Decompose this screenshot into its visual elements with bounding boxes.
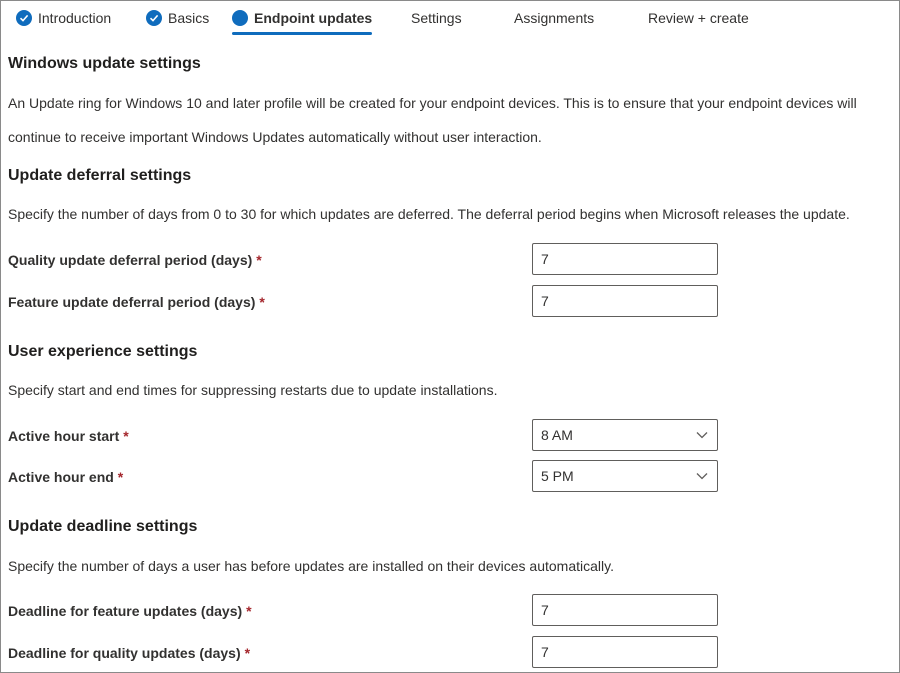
tab-introduction[interactable]: Introduction <box>16 1 111 35</box>
windows-update-description: An Update ring for Windows 10 and later … <box>8 95 857 145</box>
tab-review-create-label: Review + create <box>648 10 749 26</box>
deadline-heading: Update deadline settings <box>8 518 198 535</box>
feature-deadline-input[interactable] <box>532 594 718 626</box>
required-marker: * <box>259 294 265 310</box>
required-marker: * <box>244 645 251 661</box>
chevron-down-icon <box>696 473 708 480</box>
quality-deferral-input[interactable] <box>532 243 718 275</box>
required-marker: * <box>123 428 129 444</box>
active-hour-end-label: Active hour end * <box>8 469 124 485</box>
quality-deferral-label: Quality update deferral period (days) * <box>8 252 262 268</box>
active-hour-start-value: 8 AM <box>541 427 573 443</box>
chevron-down-icon <box>696 432 708 439</box>
tab-basics-label: Basics <box>168 10 210 26</box>
tab-basics[interactable]: Basics <box>146 1 209 35</box>
required-marker: * <box>256 252 262 268</box>
tab-introduction-label: Introduction <box>38 10 112 26</box>
feature-deferral-label: Feature update deferral period (days) * <box>8 294 265 310</box>
active-hour-end-dropdown[interactable]: 5 PM <box>532 460 718 492</box>
checkmark-circle-icon <box>146 10 162 26</box>
active-hour-start-dropdown[interactable]: 8 AM <box>532 419 718 451</box>
deadline-description: Specify the number of days a user has be… <box>8 558 614 574</box>
tab-assignments-label: Assignments <box>514 10 595 26</box>
quality-deadline-input[interactable] <box>532 636 718 668</box>
required-marker: * <box>246 603 252 619</box>
feature-deadline-label: Deadline for feature updates (days) * <box>8 603 252 619</box>
filled-circle-icon <box>232 10 248 26</box>
tab-settings[interactable]: Settings <box>411 1 462 35</box>
required-marker: * <box>117 469 124 485</box>
tab-assignments[interactable]: Assignments <box>514 1 594 35</box>
tab-settings-label: Settings <box>411 10 462 26</box>
checkmark-circle-icon <box>16 10 32 26</box>
windows-update-heading: Windows update settings <box>8 55 201 72</box>
tab-review-create[interactable]: Review + create <box>648 1 749 35</box>
deferral-description: Specify the number of days from 0 to 30 … <box>8 206 850 222</box>
user-experience-description: Specify start and end times for suppress… <box>8 382 498 398</box>
wizard-steps: Introduction Basics Endpoint updates Set… <box>1 1 900 35</box>
active-hour-end-value: 5 PM <box>541 468 574 484</box>
deferral-heading: Update deferral settings <box>8 167 192 184</box>
tab-endpoint-updates-label: Endpoint updates <box>254 10 373 26</box>
user-experience-heading: User experience settings <box>8 343 198 360</box>
active-hour-start-label: Active hour start * <box>8 428 129 444</box>
feature-deferral-input[interactable] <box>532 285 718 317</box>
tab-endpoint-updates[interactable]: Endpoint updates <box>232 1 373 35</box>
quality-deadline-label: Deadline for quality updates (days) * <box>8 645 251 661</box>
